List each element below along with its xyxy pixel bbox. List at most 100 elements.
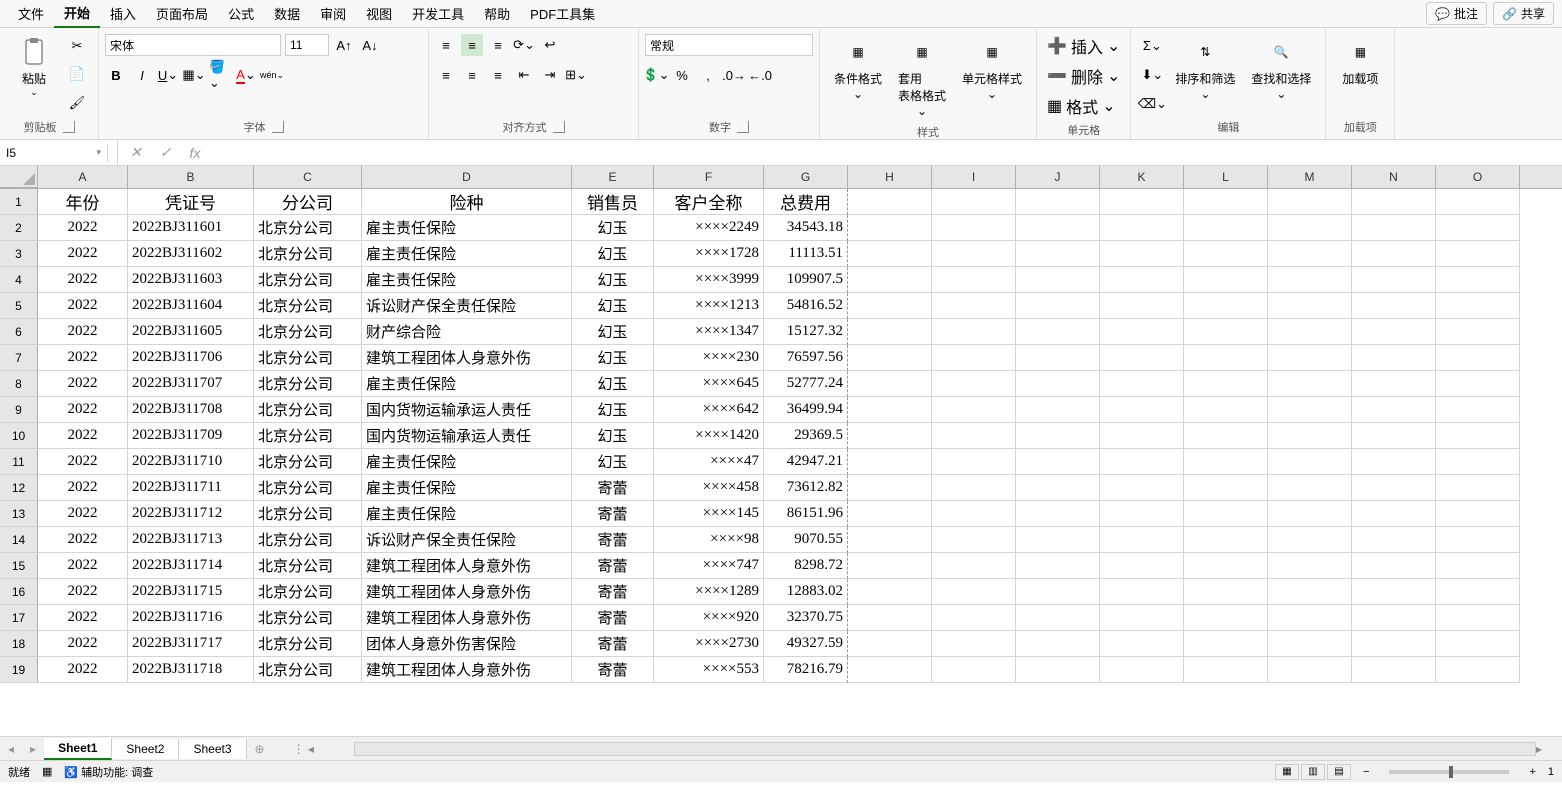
cell[interactable]: 36499.94 bbox=[764, 397, 848, 423]
col-header-G[interactable]: G bbox=[764, 166, 848, 188]
select-all-corner[interactable] bbox=[0, 166, 38, 188]
header-cell[interactable]: 凭证号 bbox=[128, 189, 254, 215]
cell[interactable]: ××××145 bbox=[654, 501, 764, 527]
dec-decimal-button[interactable]: ←.0 bbox=[749, 64, 771, 86]
clear-button[interactable]: ⌫⌄ bbox=[1141, 93, 1163, 115]
cell[interactable]: 北京分公司 bbox=[254, 605, 362, 631]
cell[interactable]: 幻玉 bbox=[572, 293, 654, 319]
zoom-level[interactable]: 1 bbox=[1548, 766, 1554, 778]
cell[interactable] bbox=[1100, 449, 1184, 475]
cell[interactable]: 2022BJ311709 bbox=[128, 423, 254, 449]
cell[interactable]: 雇主责任保险 bbox=[362, 449, 572, 475]
sheet-tab-2[interactable]: Sheet2 bbox=[112, 739, 179, 759]
cell[interactable] bbox=[1016, 527, 1100, 553]
cell[interactable] bbox=[1100, 423, 1184, 449]
cell[interactable] bbox=[1268, 423, 1352, 449]
col-header-O[interactable]: O bbox=[1436, 166, 1520, 188]
cell[interactable]: 北京分公司 bbox=[254, 267, 362, 293]
cell[interactable] bbox=[1436, 449, 1520, 475]
cell[interactable]: 幻玉 bbox=[572, 215, 654, 241]
row-header-9[interactable]: 9 bbox=[0, 397, 38, 423]
cell[interactable] bbox=[1100, 189, 1184, 215]
cell[interactable]: ××××2249 bbox=[654, 215, 764, 241]
cell[interactable]: 2022 bbox=[38, 657, 128, 683]
row-header-1[interactable]: 1 bbox=[0, 189, 38, 215]
cell[interactable]: 北京分公司 bbox=[254, 293, 362, 319]
cell[interactable]: 寄蕾 bbox=[572, 475, 654, 501]
decrease-font-button[interactable]: A↓ bbox=[359, 34, 381, 56]
cell[interactable]: 2022 bbox=[38, 475, 128, 501]
align-bottom-button[interactable]: ≡ bbox=[487, 34, 509, 56]
cell[interactable] bbox=[1268, 371, 1352, 397]
cell[interactable]: 国内货物运输承运人责任 bbox=[362, 397, 572, 423]
view-normal-button[interactable]: ▦ bbox=[1275, 764, 1299, 780]
cell[interactable] bbox=[1268, 189, 1352, 215]
cell[interactable] bbox=[1184, 293, 1268, 319]
row-header-13[interactable]: 13 bbox=[0, 501, 38, 527]
cell[interactable]: 北京分公司 bbox=[254, 319, 362, 345]
cell[interactable]: 幻玉 bbox=[572, 241, 654, 267]
cell[interactable] bbox=[932, 579, 1016, 605]
bold-button[interactable]: B bbox=[105, 64, 127, 86]
cell[interactable]: 北京分公司 bbox=[254, 475, 362, 501]
cell[interactable] bbox=[1184, 527, 1268, 553]
cell[interactable] bbox=[1436, 553, 1520, 579]
cell[interactable]: 2022 bbox=[38, 605, 128, 631]
menu-help[interactable]: 帮助 bbox=[474, 0, 520, 27]
cell[interactable]: 29369.5 bbox=[764, 423, 848, 449]
cell[interactable] bbox=[848, 267, 932, 293]
cell[interactable]: 北京分公司 bbox=[254, 553, 362, 579]
cell[interactable]: 54816.52 bbox=[764, 293, 848, 319]
cell[interactable] bbox=[1016, 631, 1100, 657]
cell[interactable] bbox=[932, 319, 1016, 345]
cell[interactable]: 2022 bbox=[38, 241, 128, 267]
cell[interactable]: ××××3999 bbox=[654, 267, 764, 293]
cell[interactable]: 寄蕾 bbox=[572, 501, 654, 527]
cell[interactable] bbox=[1100, 475, 1184, 501]
cell[interactable] bbox=[848, 423, 932, 449]
col-header-A[interactable]: A bbox=[38, 166, 128, 188]
cell[interactable] bbox=[1352, 293, 1436, 319]
cell[interactable] bbox=[1184, 189, 1268, 215]
cell[interactable] bbox=[1016, 319, 1100, 345]
cell[interactable]: 2022BJ311716 bbox=[128, 605, 254, 631]
cancel-formula-button[interactable]: ✕ bbox=[124, 144, 148, 161]
cell[interactable]: ××××1213 bbox=[654, 293, 764, 319]
spreadsheet-grid[interactable]: A B C D E F G H I J K L M N O 1234567891… bbox=[0, 166, 1562, 736]
cell[interactable] bbox=[1436, 215, 1520, 241]
cell[interactable] bbox=[848, 215, 932, 241]
cell[interactable]: 幻玉 bbox=[572, 423, 654, 449]
cell[interactable]: 2022BJ311710 bbox=[128, 449, 254, 475]
cell[interactable]: 109907.5 bbox=[764, 267, 848, 293]
cell[interactable] bbox=[1016, 475, 1100, 501]
cell[interactable] bbox=[1184, 501, 1268, 527]
cell[interactable] bbox=[1100, 267, 1184, 293]
font-size-select[interactable] bbox=[285, 34, 329, 56]
cell[interactable] bbox=[1436, 319, 1520, 345]
cell[interactable] bbox=[1436, 241, 1520, 267]
cell[interactable] bbox=[848, 449, 932, 475]
cell[interactable]: ××××1728 bbox=[654, 241, 764, 267]
cell[interactable] bbox=[1268, 605, 1352, 631]
addin-button[interactable]: ▦加载项 bbox=[1332, 32, 1388, 91]
col-header-J[interactable]: J bbox=[1016, 166, 1100, 188]
cell[interactable]: 2022BJ311603 bbox=[128, 267, 254, 293]
cell[interactable]: 2022BJ311712 bbox=[128, 501, 254, 527]
cell[interactable]: 2022 bbox=[38, 631, 128, 657]
cell[interactable]: 73612.82 bbox=[764, 475, 848, 501]
col-header-B[interactable]: B bbox=[128, 166, 254, 188]
format-cells-button[interactable]: ▦格式 ⌄ bbox=[1047, 92, 1120, 120]
cell[interactable] bbox=[1100, 293, 1184, 319]
increase-font-button[interactable]: A↑ bbox=[333, 34, 355, 56]
cell[interactable] bbox=[848, 631, 932, 657]
row-header-19[interactable]: 19 bbox=[0, 657, 38, 683]
cell[interactable] bbox=[1184, 345, 1268, 371]
cell[interactable]: 寄蕾 bbox=[572, 657, 654, 683]
cell[interactable] bbox=[1100, 319, 1184, 345]
view-pagebreak-button[interactable]: ▤ bbox=[1327, 764, 1351, 780]
cell[interactable] bbox=[1352, 449, 1436, 475]
cell[interactable]: ××××642 bbox=[654, 397, 764, 423]
header-cell[interactable]: 总费用 bbox=[764, 189, 848, 215]
row-header-14[interactable]: 14 bbox=[0, 527, 38, 553]
cell[interactable] bbox=[1184, 631, 1268, 657]
